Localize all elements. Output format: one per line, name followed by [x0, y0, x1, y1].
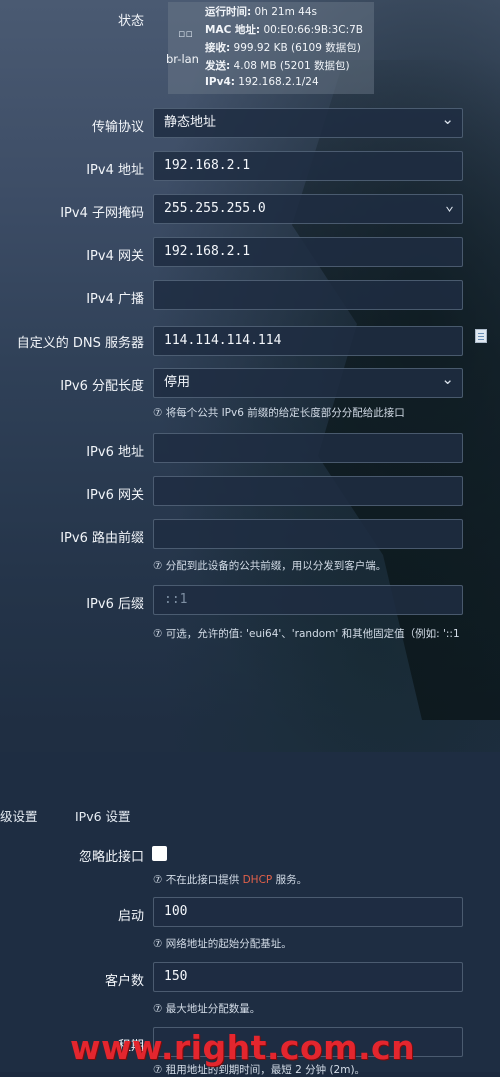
- dns-label: 自定义的 DNS 服务器: [16, 336, 144, 351]
- uptime-line: 运行时间: 0h 21m 44s: [205, 6, 317, 18]
- ipv4-address-input[interactable]: 192.168.2.1: [153, 151, 463, 181]
- ipv4-line: IPv4: 192.168.2.1/24: [205, 76, 319, 88]
- ipv6-assign-hint: ⑦ 将每个公共 IPv6 前缀的给定长度部分分配给此接口: [153, 407, 405, 419]
- netmask-label: IPv4 子网掩码: [60, 206, 144, 221]
- gateway-label: IPv4 网关: [86, 249, 144, 264]
- ipv6-address-input[interactable]: [153, 433, 463, 463]
- tab-ipv6-settings[interactable]: IPv6 设置: [75, 806, 131, 825]
- ipv6-prefix-label: IPv6 路由前缀: [60, 531, 144, 546]
- netmask-select[interactable]: 255.255.255.0: [153, 191, 463, 224]
- limit-label: 客户数: [104, 974, 144, 989]
- broadcast-input[interactable]: [153, 280, 463, 310]
- ipv4-address-label: IPv4 地址: [86, 163, 144, 178]
- ipv6-suffix-input[interactable]: ::1: [153, 585, 463, 615]
- start-hint: ⑦ 网络地址的起始分配基址。: [153, 938, 292, 950]
- ignore-interface-hint: ⑦ 不在此接口提供 DHCP 服务。: [153, 874, 308, 886]
- network-interface-icon: ▫▫: [178, 27, 193, 40]
- tab-advanced-settings[interactable]: 级设置: [0, 806, 38, 825]
- site-watermark: www.right.com.cn: [70, 1028, 416, 1067]
- broadcast-label: IPv4 广播: [86, 292, 144, 307]
- ipv6-prefix-hint: ⑦ 分配到此设备的公共前缀，用以分发到客户端。: [153, 560, 387, 572]
- start-input[interactable]: 100: [153, 897, 463, 927]
- limit-hint: ⑦ 最大地址分配数量。: [153, 1003, 261, 1015]
- ipv6-suffix-hint: ⑦ 可选，允许的值: 'eui64'、'random' 和其他固定值（例如: '…: [153, 628, 460, 640]
- interface-name: br-lan: [166, 52, 199, 66]
- tx-line: 发送: 4.08 MB (5201 数据包): [205, 60, 350, 72]
- status-label: 状态: [117, 14, 144, 29]
- gateway-input[interactable]: 192.168.2.1: [153, 237, 463, 267]
- ipv6-gateway-label: IPv6 网关: [86, 488, 144, 503]
- ipv6-gateway-input[interactable]: [153, 476, 463, 506]
- ipv6-assign-label: IPv6 分配长度: [60, 379, 144, 394]
- ignore-interface-label: 忽略此接口: [78, 850, 144, 865]
- ignore-interface-checkbox[interactable]: [152, 846, 167, 861]
- dhcp-link[interactable]: DHCP: [243, 874, 273, 886]
- ipv6-address-label: IPv6 地址: [86, 445, 144, 460]
- rx-line: 接收: 999.92 KB (6109 数据包): [205, 42, 361, 54]
- add-dns-icon[interactable]: [475, 329, 487, 343]
- mac-line: MAC 地址: 00:E0:66:9B:3C:7B: [205, 24, 363, 36]
- ipv6-suffix-label: IPv6 后缀: [86, 597, 144, 612]
- protocol-label: 传输协议: [91, 120, 144, 135]
- dns-input[interactable]: 114.114.114.114: [153, 326, 463, 356]
- limit-input[interactable]: 150: [153, 962, 463, 992]
- protocol-select[interactable]: 静态地址: [153, 105, 463, 138]
- start-label: 启动: [117, 909, 144, 924]
- ipv6-prefix-input[interactable]: [153, 519, 463, 549]
- ipv6-assign-select[interactable]: 停用: [153, 365, 463, 398]
